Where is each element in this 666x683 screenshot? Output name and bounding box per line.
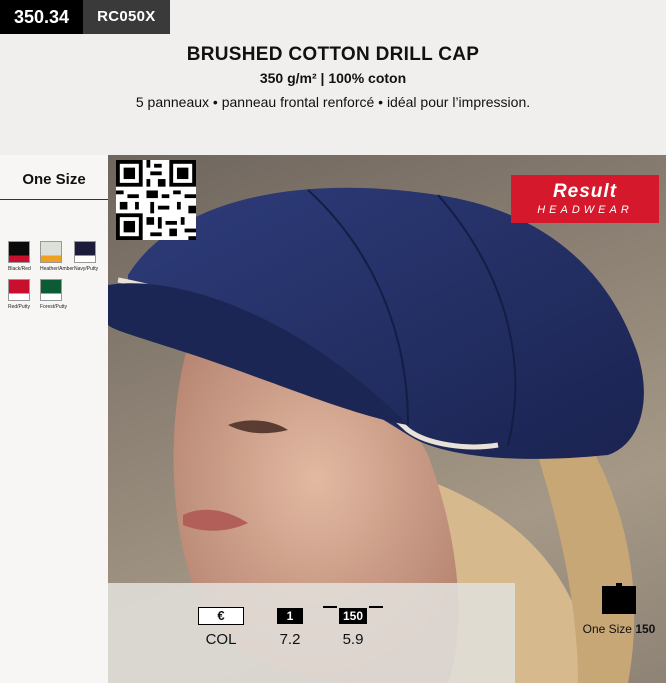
brand-logo: Result HEADWEAR <box>511 175 659 223</box>
product-title: BRUSHED COTTON DRILL CAP <box>186 44 480 65</box>
swatch-label: Forest/Putty <box>40 304 67 310</box>
price-column: € COL <box>196 607 246 648</box>
product-description: 5 panneaux • panneau frontal renforcé • … <box>135 94 531 110</box>
qr-code <box>116 160 196 240</box>
carton-icon <box>602 583 636 614</box>
swatch-label: Navy/Putty <box>74 266 99 272</box>
options-panel: One Size Black/Red Heather/Amber Navy/Pu… <box>0 155 108 683</box>
euro-header: € <box>198 607 244 625</box>
swatch-box <box>40 279 62 301</box>
brand-sub: HEADWEAR <box>537 204 633 216</box>
swatch-box <box>40 241 62 263</box>
color-swatch[interactable]: Heather/Amber <box>40 241 74 272</box>
qr-code-icon <box>116 160 196 240</box>
swatch-label: Black/Red <box>8 266 31 272</box>
swatch-box <box>8 241 30 263</box>
size-label: One Size <box>22 171 86 188</box>
product-code: RC050X <box>83 0 170 34</box>
packaging-qty: 150 <box>635 622 656 636</box>
price-column: 1 7.2 <box>275 607 305 648</box>
swatch-label: Heather/Amber <box>40 266 74 272</box>
price-label: 350.34 <box>0 0 84 34</box>
price-table: € COL 1 7.2 150 5.9 <box>108 583 515 683</box>
color-swatch[interactable]: Navy/Putty <box>74 241 100 272</box>
color-swatch[interactable]: Forest/Putty <box>40 279 67 310</box>
swatch-label: Red/Putty <box>8 304 30 310</box>
price-column: 150 5.9 <box>323 606 383 648</box>
brand-name: Result <box>552 181 618 202</box>
price-value: 5.9 <box>342 631 364 648</box>
product-code-tab: 350.34 RC050X <box>0 0 170 34</box>
product-spec: 350 g/m² | 100% coton <box>259 70 407 86</box>
price-value: 7.2 <box>279 631 301 648</box>
qty-header: 150 <box>323 606 383 624</box>
divider <box>0 199 108 200</box>
packaging-text: One Size 150 <box>575 622 663 636</box>
packaging-info: One Size 150 <box>575 583 663 636</box>
product-header: BRUSHED COTTON DRILL CAP 350 g/m² | 100%… <box>0 44 666 110</box>
price-value: COL <box>205 631 237 648</box>
swatch-box <box>8 279 30 301</box>
color-swatch[interactable]: Black/Red <box>8 241 34 272</box>
swatch-box <box>74 241 96 263</box>
color-swatch[interactable]: Red/Putty <box>8 279 34 310</box>
qty-header: 1 <box>277 608 303 624</box>
packaging-label: One Size <box>582 622 632 636</box>
